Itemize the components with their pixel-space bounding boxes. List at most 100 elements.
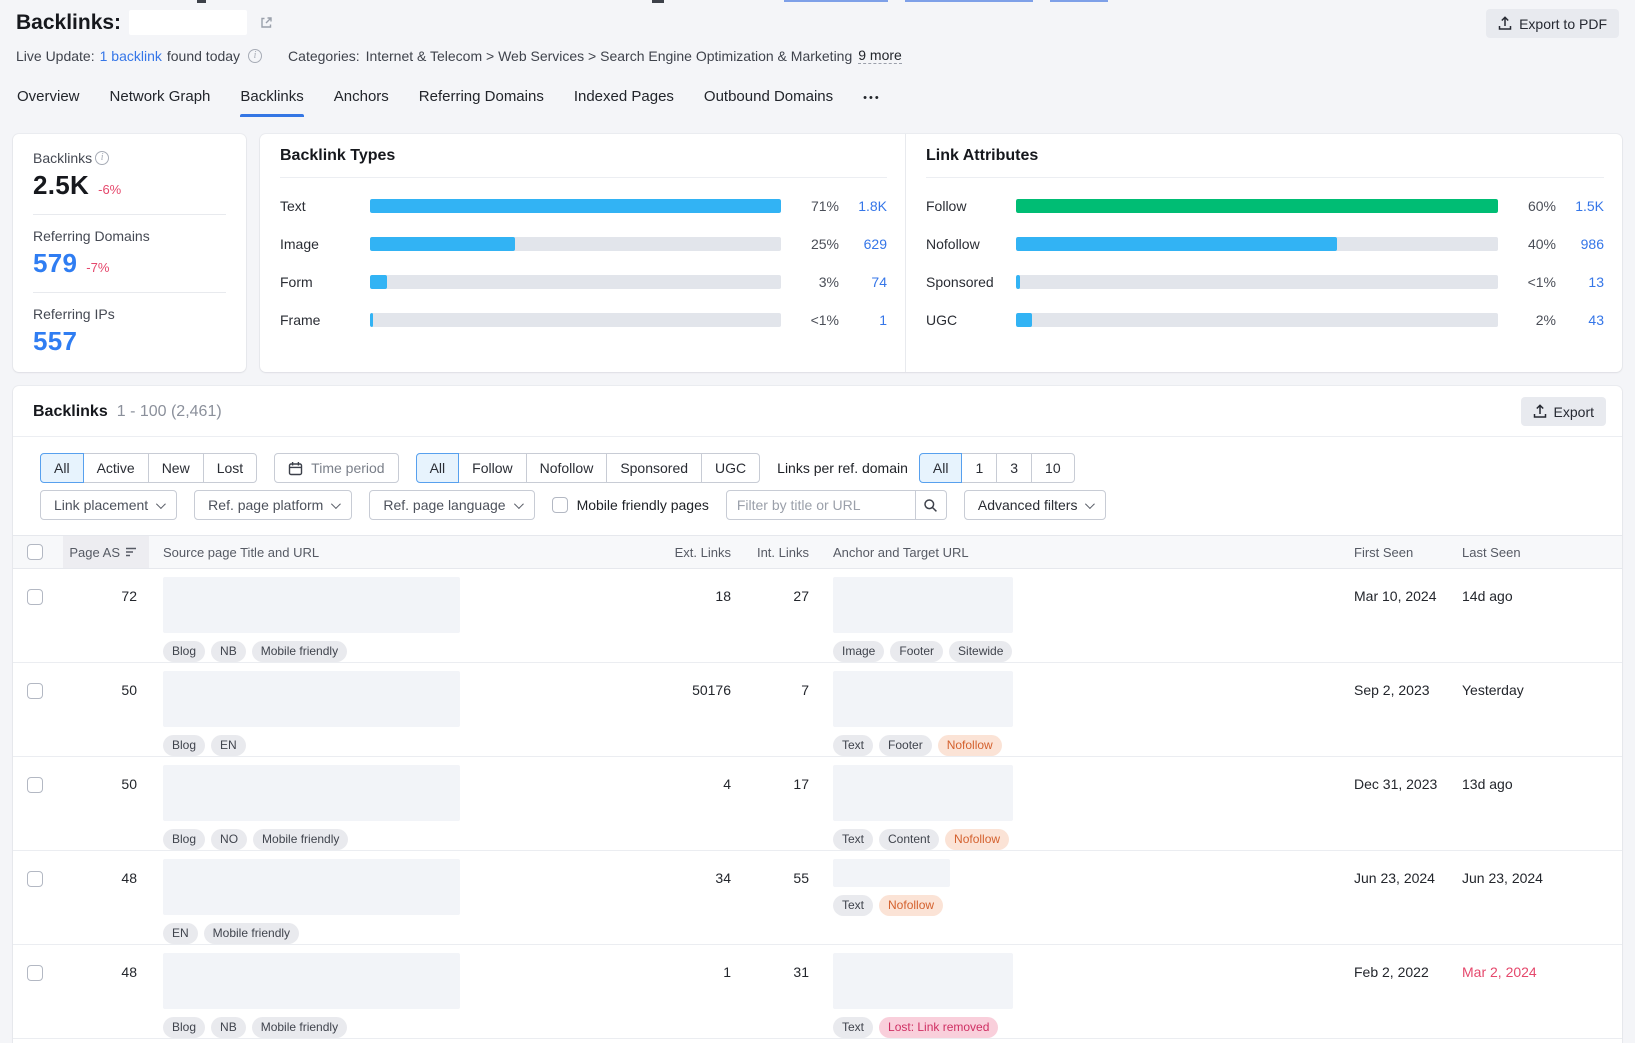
search-input[interactable] [726, 490, 916, 520]
page-as-value: 50 [63, 765, 149, 850]
tab-network-graph[interactable]: Network Graph [110, 88, 211, 117]
filter-option-active[interactable]: Active [83, 453, 149, 483]
source-tags: BlogNBMobile friendly [163, 1017, 649, 1038]
bar-fill [1016, 199, 1498, 213]
redacted-anchor-target-url[interactable] [833, 765, 1013, 821]
select-all-checkbox[interactable] [27, 544, 43, 560]
filter-option-3[interactable]: 3 [996, 453, 1032, 483]
column-header-first-seen[interactable]: First Seen [1354, 536, 1462, 568]
table-row[interactable]: 48 ENMobile friendly 34 55 TextNofollow … [13, 851, 1622, 945]
summary-card: Backlinksi 2.5K -6% Referring Domains 57… [13, 134, 246, 372]
links-per-domain-label: Links per ref. domain [777, 460, 908, 476]
tag-image: Image [833, 641, 884, 662]
row-checkbox[interactable] [27, 777, 43, 793]
bar-count-link[interactable]: 986 [1564, 236, 1604, 252]
redacted-source-title-url[interactable] [163, 577, 460, 633]
chart-bar-row: Image 25% 629 [280, 225, 887, 263]
filter-option-sponsored[interactable]: Sponsored [606, 453, 702, 483]
categories-more-link[interactable]: 9 more [858, 47, 902, 64]
tab-more[interactable]: ••• [863, 88, 881, 117]
filter-option-all[interactable]: All [919, 453, 963, 483]
bar-count-link[interactable]: 43 [1564, 312, 1604, 328]
tab-anchors[interactable]: Anchors [334, 88, 389, 117]
redacted-source-title-url[interactable] [163, 765, 460, 821]
bar-fill [1016, 313, 1032, 327]
table-row[interactable]: 48 BlogNBMobile friendly 1 31 TextLost: … [13, 945, 1622, 1039]
row-checkbox[interactable] [27, 683, 43, 699]
stat-refips-value[interactable]: 557 [33, 326, 77, 357]
ref-page-platform-dropdown[interactable]: Ref. page platform [194, 490, 352, 520]
bar-label: Frame [280, 312, 370, 328]
ref-page-language-dropdown[interactable]: Ref. page language [369, 490, 534, 520]
filter-option-all[interactable]: All [416, 453, 460, 483]
bar-count-link[interactable]: 74 [847, 274, 887, 290]
tag-lost-link-removed: Lost: Link removed [879, 1017, 998, 1038]
bar-count-link[interactable]: 1.5K [1564, 198, 1604, 214]
tab-overview[interactable]: Overview [17, 88, 80, 117]
tab-indexed-pages[interactable]: Indexed Pages [574, 88, 674, 117]
tab-backlinks[interactable]: Backlinks [240, 88, 303, 117]
stat-refips-label: Referring IPs [33, 306, 226, 322]
filter-option-10[interactable]: 10 [1031, 453, 1075, 483]
bar-count-link[interactable]: 1 [847, 312, 887, 328]
redacted-anchor-target-url[interactable] [833, 671, 1013, 727]
time-period-button[interactable]: Time period [274, 453, 398, 483]
page-as-value: 72 [63, 577, 149, 662]
column-header-page-as[interactable]: Page AS [63, 536, 149, 568]
live-update-link[interactable]: 1 backlink [100, 48, 162, 64]
row-checkbox[interactable] [27, 871, 43, 887]
column-header-last-seen[interactable]: Last Seen [1462, 536, 1622, 568]
table-row[interactable]: 50 BlogNOMobile friendly 4 17 TextConten… [13, 757, 1622, 851]
redacted-source-title-url[interactable] [163, 671, 460, 727]
bar-count-link[interactable]: 629 [847, 236, 887, 252]
stat-backlinks-label: Backlinksi [33, 150, 226, 166]
search-button[interactable] [916, 490, 947, 520]
column-header-source[interactable]: Source page Title and URL [149, 536, 649, 568]
filter-option-all[interactable]: All [40, 453, 84, 483]
export-button[interactable]: Export [1521, 397, 1606, 426]
advanced-filters-dropdown[interactable]: Advanced filters [964, 490, 1107, 520]
follow-filter-segment: AllFollowNofollowSponsoredUGC [416, 453, 761, 483]
tab-referring-domains[interactable]: Referring Domains [419, 88, 544, 117]
filter-option-lost[interactable]: Lost [203, 453, 257, 483]
row-checkbox[interactable] [27, 589, 43, 605]
external-link-icon[interactable] [259, 15, 274, 30]
chart-bar-row: Follow 60% 1.5K [926, 187, 1604, 225]
sort-descending-icon [125, 546, 137, 558]
filter-option-nofollow[interactable]: Nofollow [526, 453, 608, 483]
mobile-friendly-checkbox[interactable] [552, 497, 568, 513]
table-row[interactable]: 72 BlogNBMobile friendly 18 27 ImageFoot… [13, 569, 1622, 663]
title-url-search [726, 490, 947, 520]
filter-option-new[interactable]: New [148, 453, 204, 483]
tag-nb: NB [211, 1017, 246, 1038]
info-icon[interactable]: i [248, 49, 262, 63]
stat-refdomains-value[interactable]: 579 [33, 248, 77, 279]
tag-nofollow: Nofollow [938, 735, 1002, 756]
source-tags: ENMobile friendly [163, 923, 649, 944]
chevron-down-icon [514, 499, 524, 509]
bar-percent: 40% [1510, 236, 1556, 252]
link-placement-dropdown[interactable]: Link placement [40, 490, 177, 520]
table-row[interactable]: 50 BlogEN 50176 7 TextFooterNofollow Sep… [13, 663, 1622, 757]
page-as-value: 48 [63, 859, 149, 944]
tab-outbound-domains[interactable]: Outbound Domains [704, 88, 833, 117]
redacted-source-title-url[interactable] [163, 859, 460, 915]
bar-percent: 25% [793, 236, 839, 252]
redacted-anchor-target-url[interactable] [833, 859, 950, 887]
filter-option-follow[interactable]: Follow [458, 453, 526, 483]
info-icon[interactable]: i [95, 151, 109, 165]
row-checkbox[interactable] [27, 965, 43, 981]
export-to-pdf-button[interactable]: Export to PDF [1486, 9, 1619, 38]
redacted-source-title-url[interactable] [163, 953, 460, 1009]
backlink-types-title: Backlink Types [280, 147, 887, 178]
filter-option-ugc[interactable]: UGC [701, 453, 760, 483]
redacted-anchor-target-url[interactable] [833, 953, 1013, 1009]
column-header-int-links[interactable]: Int. Links [731, 536, 809, 568]
bar-count-link[interactable]: 1.8K [847, 198, 887, 214]
column-header-ext-links[interactable]: Ext. Links [649, 536, 731, 568]
filter-option-1[interactable]: 1 [961, 453, 997, 483]
bar-count-link[interactable]: 13 [1564, 274, 1604, 290]
redacted-anchor-target-url[interactable] [833, 577, 1013, 633]
stat-backlinks-delta: -6% [98, 182, 121, 197]
column-header-anchor[interactable]: Anchor and Target URL [809, 536, 1354, 568]
